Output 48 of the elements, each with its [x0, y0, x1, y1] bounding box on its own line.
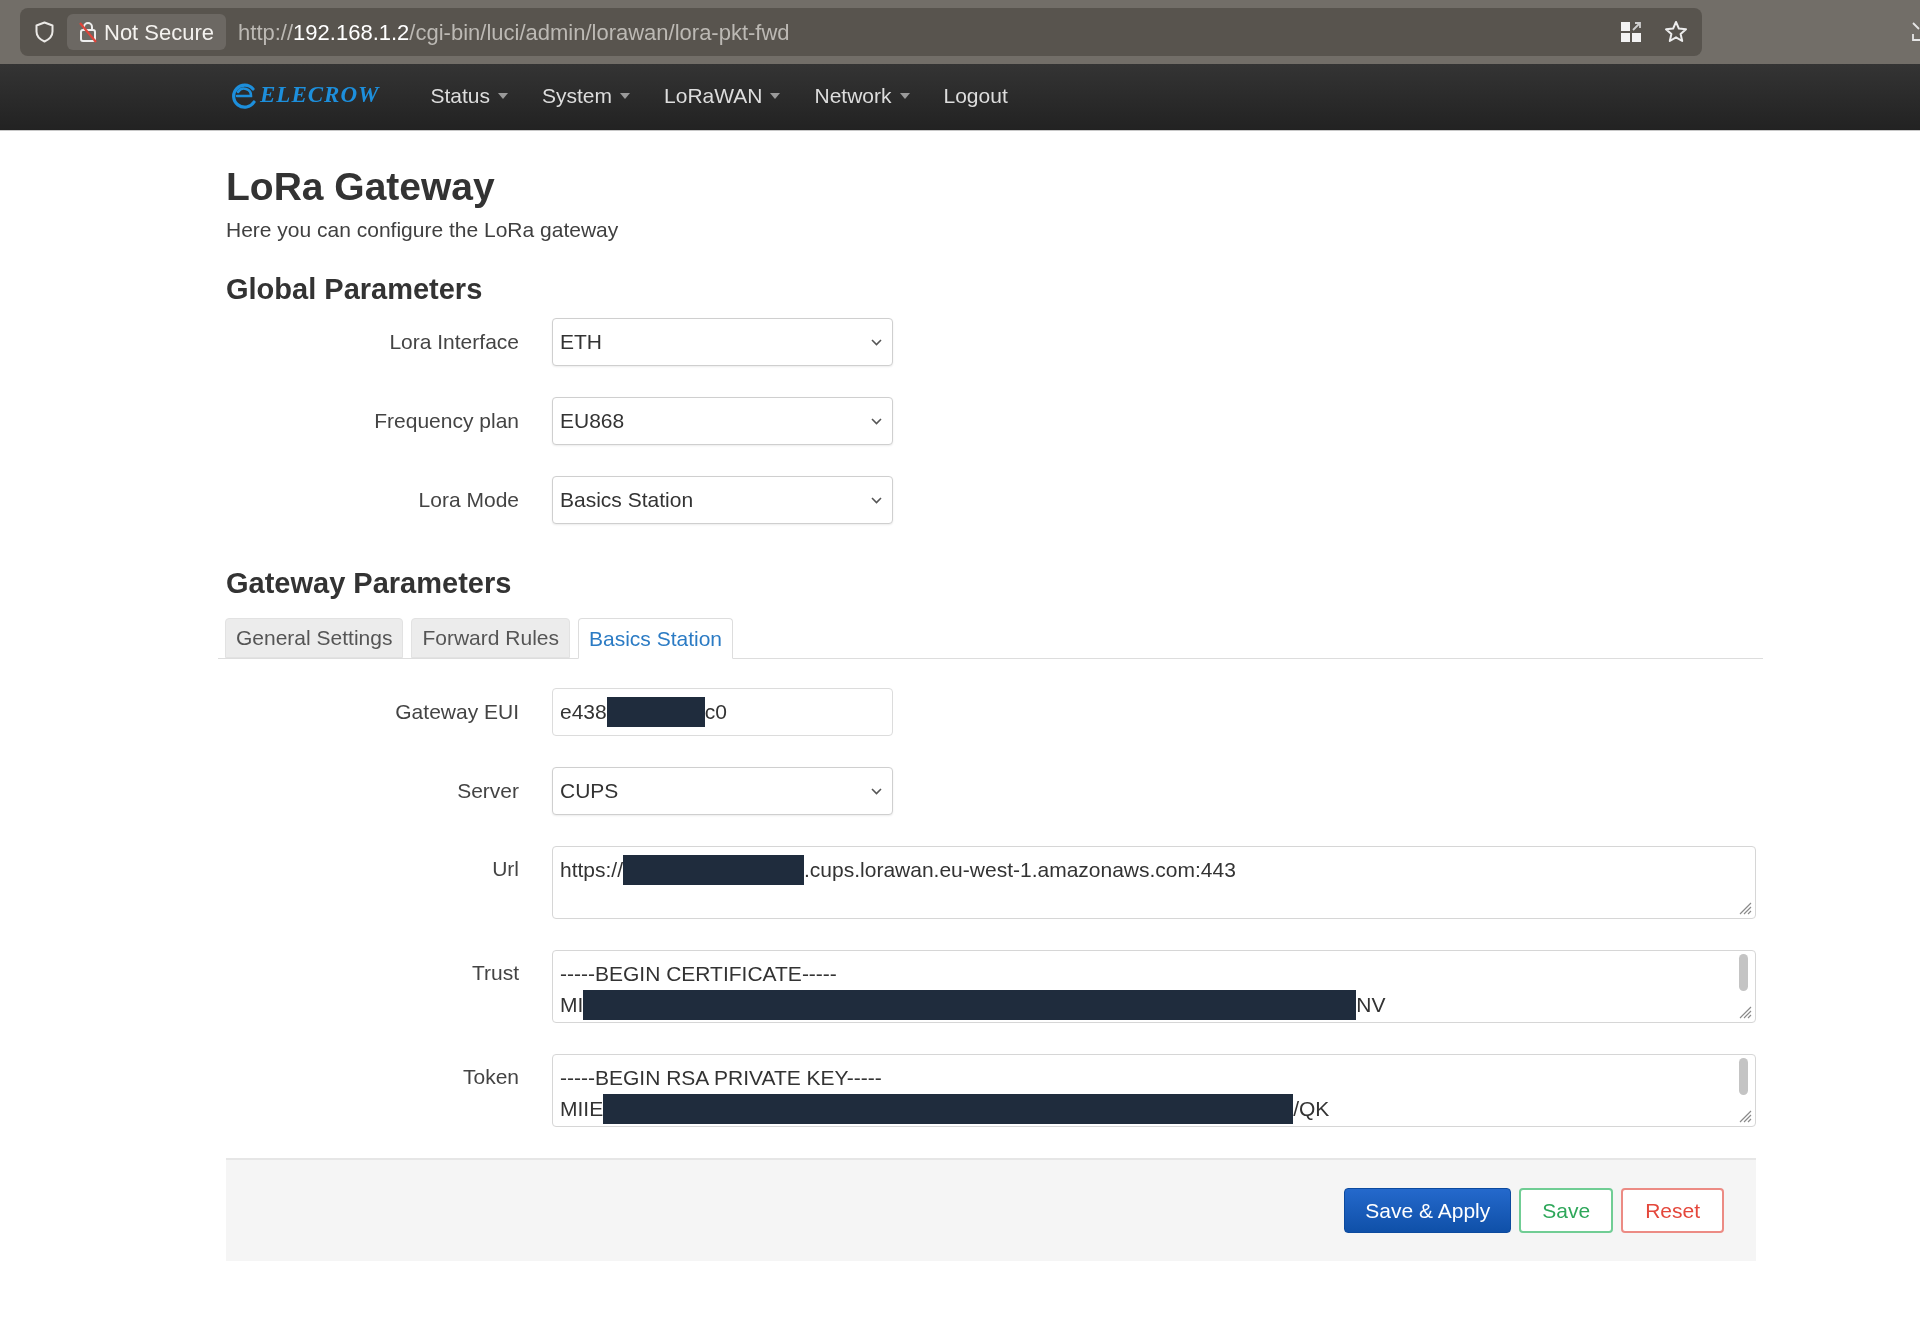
- field-label: Url: [492, 856, 519, 882]
- section-heading: Global Parameters: [226, 272, 483, 306]
- text-area[interactable]: -----BEGIN RSA PRIVATE KEY----- MIIE /QK: [552, 1054, 1756, 1127]
- field-label: Trust: [471, 960, 519, 986]
- field-label: Token: [462, 1064, 519, 1090]
- field-label: Gateway EUI: [395, 699, 519, 725]
- dropdown-select[interactable]: Basics Station: [552, 476, 893, 524]
- nav-menu-item[interactable]: Network: [814, 79, 910, 112]
- nav-menu-item[interactable]: Logout: [943, 79, 1008, 112]
- resize-grip-icon[interactable]: [1739, 902, 1752, 915]
- action-button[interactable]: Save & Apply: [1344, 1188, 1512, 1233]
- field-label: Lora Interface: [389, 329, 519, 355]
- security-button[interactable]: Not Secure: [67, 14, 227, 50]
- dropdown-select[interactable]: EU868: [552, 397, 893, 445]
- chevron-icon: [871, 787, 882, 795]
- action-button[interactable]: Reset: [1621, 1188, 1724, 1233]
- text-area[interactable]: -----BEGIN CERTIFICATE----- MI NV: [552, 950, 1756, 1023]
- address-field[interactable]: http://192.168.1.2/cgi-bin/luci/admin/lorawan/lora-pkt-fwd: [238, 15, 790, 49]
- tab[interactable]: Basics Station: [578, 618, 734, 659]
- text-field[interactable]: e438 c0: [552, 688, 893, 736]
- chevron-icon: [871, 417, 882, 425]
- field-label: Frequency plan: [374, 408, 519, 434]
- text-area[interactable]: https:// .cups.lorawan.eu-west-1.amazonaws.com:443: [552, 846, 1756, 919]
- shield-icon[interactable]: [35, 21, 54, 43]
- logo-text[interactable]: ELECROW: [260, 78, 380, 113]
- scrollbar[interactable]: [1739, 1058, 1748, 1095]
- field-label: Lora Mode: [418, 487, 519, 513]
- chevron-icon: [871, 496, 882, 504]
- nav-menu-item[interactable]: Status: [430, 79, 509, 112]
- scrollbar[interactable]: [1739, 954, 1748, 991]
- section-heading: Gateway Parameters: [226, 566, 512, 600]
- tab[interactable]: Forward Rules: [411, 618, 570, 658]
- page-title: LoRa Gateway: [226, 164, 495, 209]
- dropdown-select[interactable]: ETH: [552, 318, 893, 366]
- star-icon[interactable]: [1664, 20, 1688, 44]
- resize-grip-icon[interactable]: [1739, 1006, 1752, 1019]
- page-description: Here you can configure the LoRa gateway: [226, 217, 619, 243]
- chevron-icon: [871, 338, 882, 346]
- tab[interactable]: General Settings: [225, 618, 404, 658]
- tray-arrow-icon[interactable]: [1912, 22, 1920, 42]
- field-label: Server: [457, 778, 519, 804]
- grid-icon[interactable]: [1620, 21, 1642, 43]
- nav-menu-item[interactable]: System: [542, 79, 631, 112]
- crossed-lock-icon: [79, 21, 97, 43]
- resize-grip-icon[interactable]: [1739, 1110, 1752, 1123]
- nav-menu-item[interactable]: LoRaWAN: [664, 79, 781, 112]
- swirl-logo-icon[interactable]: [230, 81, 258, 110]
- dropdown-select[interactable]: CUPS: [552, 767, 893, 815]
